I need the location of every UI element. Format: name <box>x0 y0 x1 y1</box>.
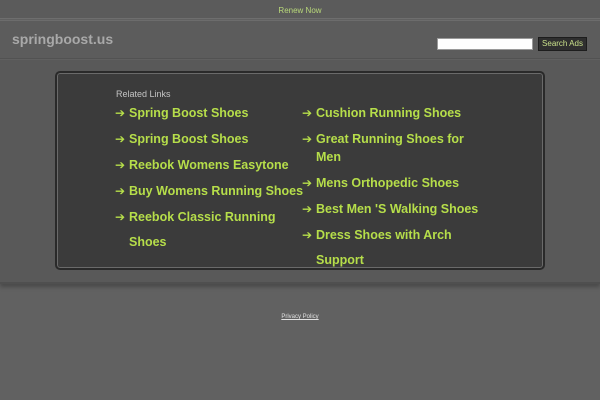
arrow-right-icon: ➔ <box>302 132 313 146</box>
related-link[interactable]: ➔ Reebok Womens Easytone <box>115 156 305 174</box>
content-band: Related Links ➔ Spring Boost Shoes ➔ Spr… <box>0 60 600 284</box>
arrow-right-icon: ➔ <box>115 132 126 146</box>
related-link-label: Spring Boost Shoes <box>129 132 249 146</box>
related-link-label: Dress Shoes with Arch Support <box>316 228 452 267</box>
related-link[interactable]: ➔ Great Running Shoes for Men <box>302 130 492 166</box>
arrow-right-icon: ➔ <box>115 158 126 172</box>
renew-now-link[interactable]: Renew Now <box>278 6 321 15</box>
related-link-label: Buy Womens Running Shoes <box>129 184 304 198</box>
privacy-policy-link[interactable]: Privacy Policy <box>281 314 318 320</box>
related-link-label: Spring Boost Shoes <box>129 106 249 120</box>
search-input[interactable] <box>437 38 533 50</box>
related-link[interactable]: ➔ Buy Womens Running Shoes <box>115 182 305 200</box>
links-column-left: ➔ Spring Boost Shoes ➔ Spring Boost Shoe… <box>115 104 305 263</box>
arrow-right-icon: ➔ <box>115 106 126 120</box>
top-bar: Renew Now <box>0 0 600 19</box>
arrow-right-icon: ➔ <box>115 210 126 224</box>
related-link[interactable]: ➔ Spring Boost Shoes <box>115 104 305 122</box>
related-links-heading: Related Links <box>116 89 171 99</box>
links-column-right: ➔ Cushion Running Shoes ➔ Great Running … <box>302 104 492 281</box>
related-link[interactable]: ➔ Cushion Running Shoes <box>302 104 492 122</box>
arrow-right-icon: ➔ <box>302 176 313 190</box>
related-link-label: Reebok Classic Running Shoes <box>129 210 276 249</box>
header: springboost.us Search Ads <box>0 20 600 59</box>
related-link[interactable]: ➔ Dress Shoes with Arch Support <box>302 226 492 273</box>
arrow-right-icon: ➔ <box>302 106 313 120</box>
arrow-right-icon: ➔ <box>115 184 126 198</box>
related-link-label: Great Running Shoes for Men <box>316 132 464 164</box>
related-link[interactable]: ➔ Mens Orthopedic Shoes <box>302 174 492 192</box>
arrow-right-icon: ➔ <box>302 228 313 242</box>
related-links-panel: Related Links ➔ Spring Boost Shoes ➔ Spr… <box>55 71 545 270</box>
related-link-label: Mens Orthopedic Shoes <box>316 176 460 190</box>
footer: Privacy Policy <box>0 305 600 323</box>
arrow-right-icon: ➔ <box>302 202 313 216</box>
related-link[interactable]: ➔ Spring Boost Shoes <box>115 130 305 148</box>
related-link[interactable]: ➔ Best Men 'S Walking Shoes <box>302 200 492 218</box>
related-link-label: Cushion Running Shoes <box>316 106 462 120</box>
related-link[interactable]: ➔ Reebok Classic Running Shoes <box>115 208 305 255</box>
related-link-label: Best Men 'S Walking Shoes <box>316 202 479 216</box>
search-ads-button[interactable]: Search Ads <box>538 37 587 51</box>
related-link-label: Reebok Womens Easytone <box>129 158 289 172</box>
site-name: springboost.us <box>12 31 114 47</box>
